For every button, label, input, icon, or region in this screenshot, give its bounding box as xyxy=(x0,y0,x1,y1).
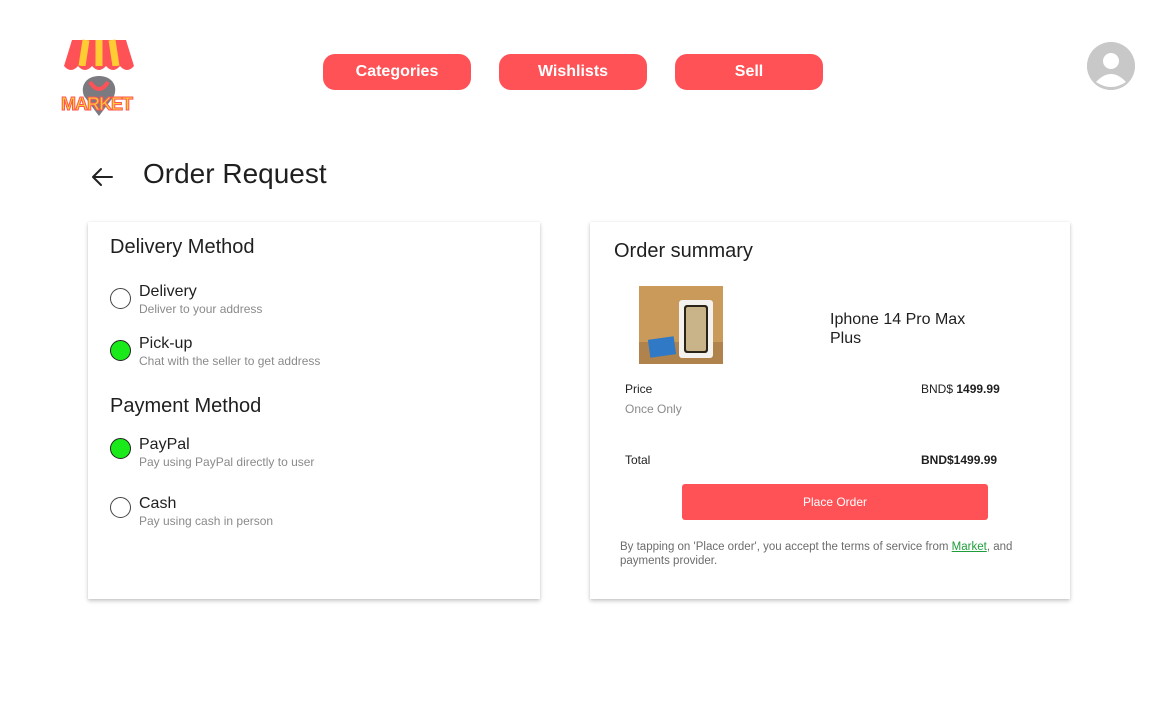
product-image xyxy=(639,286,723,364)
product-name: Iphone 14 Pro Max Plus xyxy=(830,311,966,347)
cash-radio[interactable] xyxy=(110,497,131,518)
price-amount: 1499.99 xyxy=(956,382,1000,396)
payment-method-title: Payment Method xyxy=(110,395,262,417)
terms-text-before: By tapping on 'Place order', you accept … xyxy=(620,541,952,553)
delivery-option-description: Deliver to your address xyxy=(139,302,263,316)
delivery-method-title: Delivery Method xyxy=(110,236,255,258)
cash-option-label: Cash xyxy=(139,495,177,512)
price-currency: BND$ xyxy=(921,382,954,396)
terms-text: By tapping on 'Place order', you accept … xyxy=(620,540,1060,568)
market-logo[interactable]: MARKET xyxy=(58,36,140,122)
price-label: Price xyxy=(625,382,653,396)
total-value: BND$1499.99 xyxy=(921,453,998,467)
logo-text: MARKET xyxy=(61,94,134,115)
back-arrow-icon[interactable] xyxy=(90,166,114,188)
wishlists-button[interactable]: Wishlists xyxy=(499,54,647,90)
delivery-payment-card: Delivery Method Delivery Deliver to your… xyxy=(88,222,540,599)
price-value: BND$ 1499.99 xyxy=(921,382,1000,396)
delivery-option-label: Delivery xyxy=(139,283,197,300)
order-summary-title: Order summary xyxy=(614,240,753,262)
user-icon xyxy=(1087,42,1135,90)
market-terms-link[interactable]: Market xyxy=(952,541,987,553)
delivery-radio[interactable] xyxy=(110,288,131,309)
pickup-option-label: Pick-up xyxy=(139,335,193,352)
paypal-option-label: PayPal xyxy=(139,436,190,453)
sell-button[interactable]: Sell xyxy=(675,54,823,90)
pickup-radio[interactable] xyxy=(110,340,131,361)
categories-button[interactable]: Categories xyxy=(323,54,471,90)
paypal-option-description: Pay using PayPal directly to user xyxy=(139,455,315,469)
pickup-option-description: Chat with the seller to get address xyxy=(139,354,321,368)
total-label: Total xyxy=(625,453,651,467)
price-frequency: Once Only xyxy=(625,402,682,416)
user-avatar[interactable] xyxy=(1087,42,1135,90)
paypal-radio[interactable] xyxy=(110,438,131,459)
page-title: Order Request xyxy=(143,158,327,189)
order-summary-card: Order summary Iphone 14 Pro Max Plus Pri… xyxy=(590,222,1070,599)
place-order-button[interactable]: Place Order xyxy=(682,484,988,520)
cash-option-description: Pay using cash in person xyxy=(139,514,274,528)
